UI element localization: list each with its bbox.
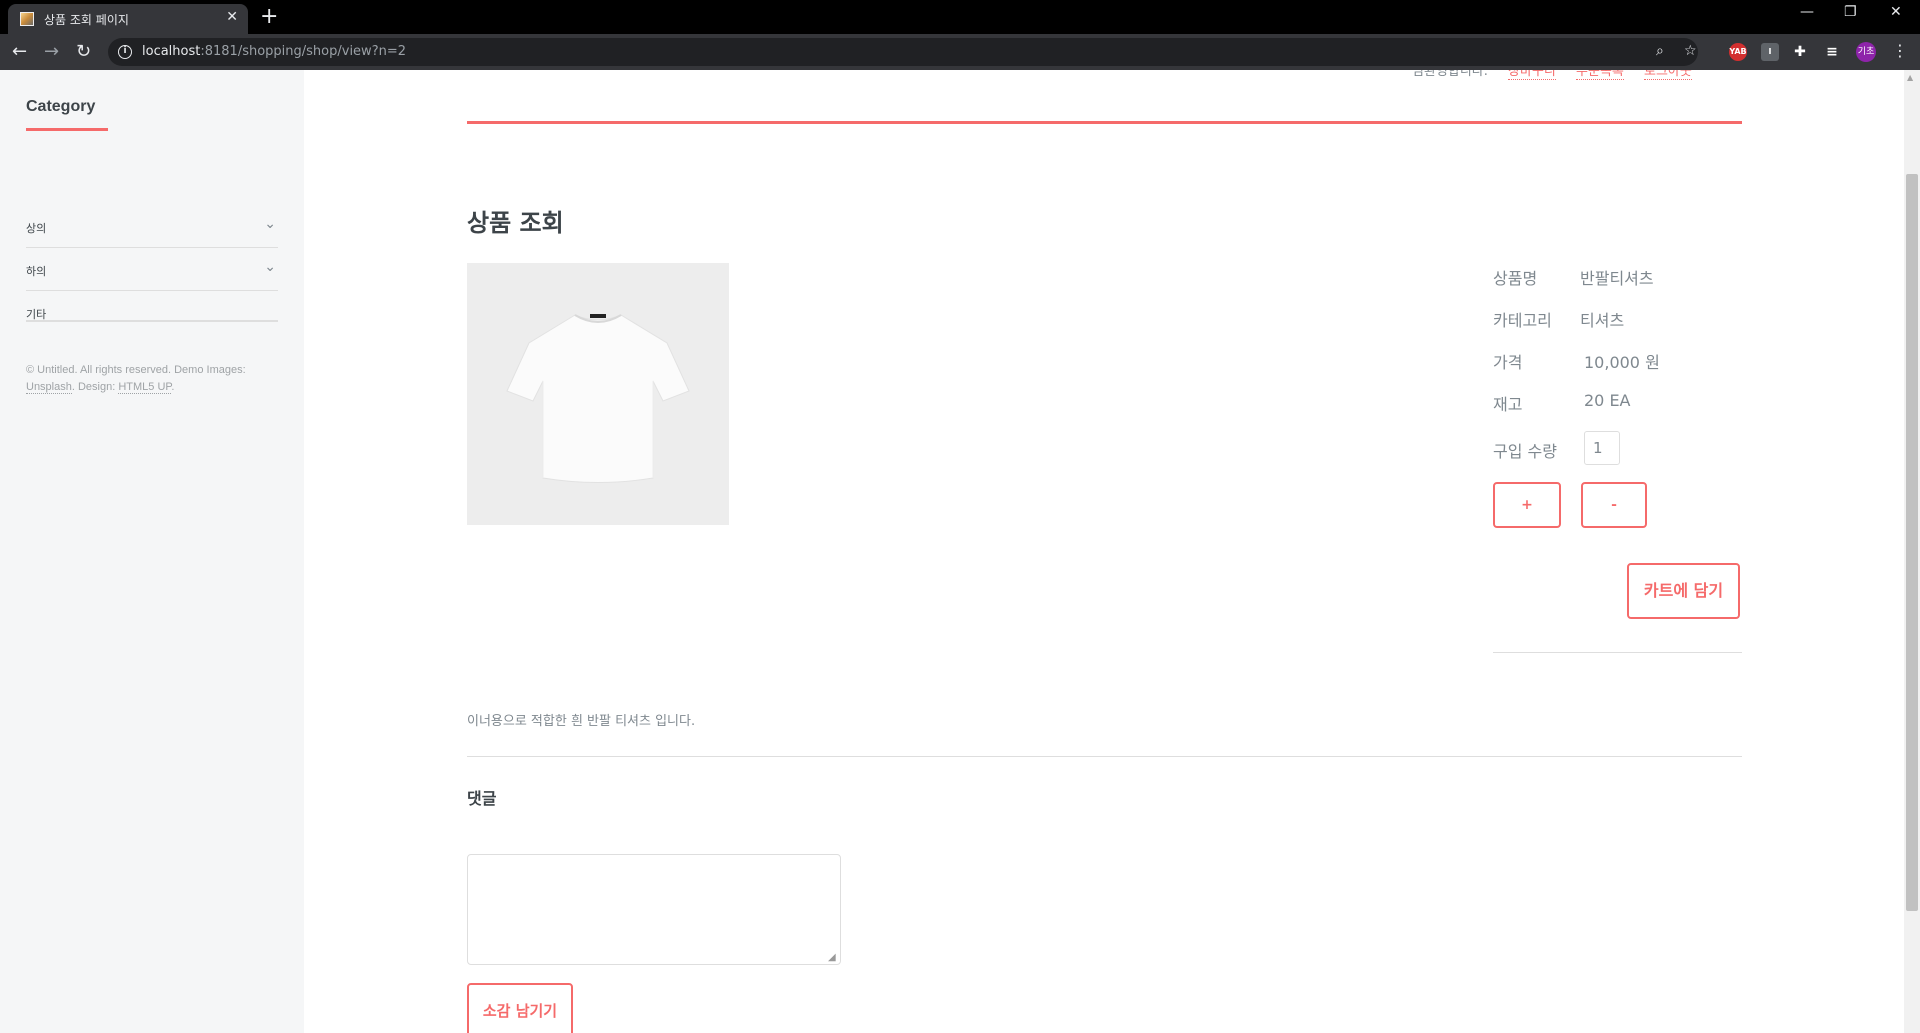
chevron-down-icon[interactable]: ⌄ [264,216,276,232]
category-title-underline [26,128,108,131]
browser-toolbar: ← → ↻ i localhost:8181/shopping/shop/vie… [0,34,1920,70]
product-image [467,263,729,525]
chevron-down-icon[interactable]: ⌄ [264,259,276,275]
bookmark-star-icon[interactable]: ☆ [1684,43,1697,59]
sidebar-divider [26,320,278,322]
url-text[interactable]: localhost:8181/shopping/shop/view?n=2 [142,44,406,59]
product-info-divider [1493,652,1742,653]
product-category-label: 카테고리 [1493,311,1552,330]
profile-avatar[interactable]: 기초 [1856,42,1876,62]
sidebar-item-label: 상의 [26,222,47,235]
reload-icon[interactable]: ↻ [76,42,91,62]
zoom-icon[interactable]: ⌕ [1656,43,1664,59]
sidebar-item-bottoms[interactable]: 하의 ⌄ [26,249,278,291]
cart-link[interactable]: 장바구니 [1508,70,1556,80]
sidebar: Category 상의 ⌄ 하의 ⌄ 기타 © Untitled. All ri… [0,70,304,1033]
product-stock-value: 20 EA [1584,391,1631,410]
new-tab-icon[interactable]: + [260,4,278,30]
page-title: 상품 조회 [467,208,564,237]
submit-comment-button[interactable]: 소감 남기기 [467,983,573,1033]
browser-menu-icon[interactable]: ⋮ [1892,41,1908,60]
welcome-text: 님환영합니다. [1412,70,1488,79]
decrease-qty-button[interactable]: - [1581,482,1647,528]
extensions-puzzle-icon[interactable]: ✚ [1791,43,1809,61]
extension-icon[interactable]: I [1761,43,1779,61]
browser-tab-bar: 상품 조회 페이지 ✕ + — ❐ ✕ [0,0,1920,34]
category-title: Category [26,98,96,115]
header-user-links: 님환영합니다. 장바구니 주문목록 로그아웃 [1412,70,1692,80]
product-price-value: 10,000 원 [1584,353,1660,372]
extension-yab-icon[interactable]: YAB [1729,43,1747,61]
purchase-qty-label: 구입 수량 [1493,442,1557,461]
favicon-icon [20,12,34,26]
product-price-label: 가격 [1493,353,1523,372]
close-tab-icon[interactable]: ✕ [226,9,238,25]
comment-section-title: 댓글 [467,789,497,808]
tab-title: 상품 조회 페이지 [44,13,129,27]
product-name-label: 상품명 [1493,269,1538,288]
product-stock-label: 재고 [1493,395,1523,414]
sidebar-item-etc[interactable]: 기타 [26,292,278,334]
restore-icon[interactable]: ❐ [1844,4,1857,20]
orders-link[interactable]: 주문목록 [1576,70,1624,80]
site-info-icon[interactable]: i [118,45,132,59]
scroll-up-icon[interactable]: ▲ [1907,73,1913,82]
resize-handle-icon[interactable]: ◢ [828,952,836,963]
increase-qty-button[interactable]: + [1493,482,1561,528]
scroll-thumb[interactable] [1906,174,1918,911]
sidebar-footer: © Untitled. All rights reserved. Demo Im… [26,364,246,394]
quantity-input[interactable]: 1 [1584,431,1620,465]
page-scrollbar[interactable]: ▲ [1904,70,1920,1033]
forward-icon[interactable]: → [44,42,59,62]
header-divider [467,121,1742,124]
product-name-value: 반팔티셔츠 [1580,269,1654,288]
back-icon[interactable]: ← [12,42,27,62]
address-bar[interactable]: i localhost:8181/shopping/shop/view?n=2 … [108,38,1698,66]
sidebar-item-tops[interactable]: 상의 ⌄ [26,206,278,248]
minimize-icon[interactable]: — [1800,4,1814,20]
browser-tab[interactable]: 상품 조회 페이지 ✕ [8,4,248,34]
content-divider [467,756,1742,757]
sidebar-item-label: 하의 [26,265,47,278]
logout-link[interactable]: 로그아웃 [1644,70,1692,80]
unsplash-link[interactable]: Unsplash [26,381,72,394]
product-category-value: 티셔츠 [1580,311,1625,330]
add-to-cart-button[interactable]: 카트에 담기 [1627,563,1740,619]
product-description: 이너용으로 적합한 흰 반팔 티셔츠 입니다. [467,714,696,729]
page-viewport: Category 상의 ⌄ 하의 ⌄ 기타 © Untitled. All ri… [0,70,1920,1033]
tshirt-image [467,263,729,525]
reading-list-icon[interactable]: ≡ [1823,43,1841,61]
window-close-icon[interactable]: ✕ [1890,4,1902,20]
main-content: 님환영합니다. 장바구니 주문목록 로그아웃 상품 조회 상품명 반팔티셔츠 카… [304,70,1904,1033]
html5up-link[interactable]: HTML5 UP [118,381,172,394]
comment-textarea[interactable] [467,854,841,965]
